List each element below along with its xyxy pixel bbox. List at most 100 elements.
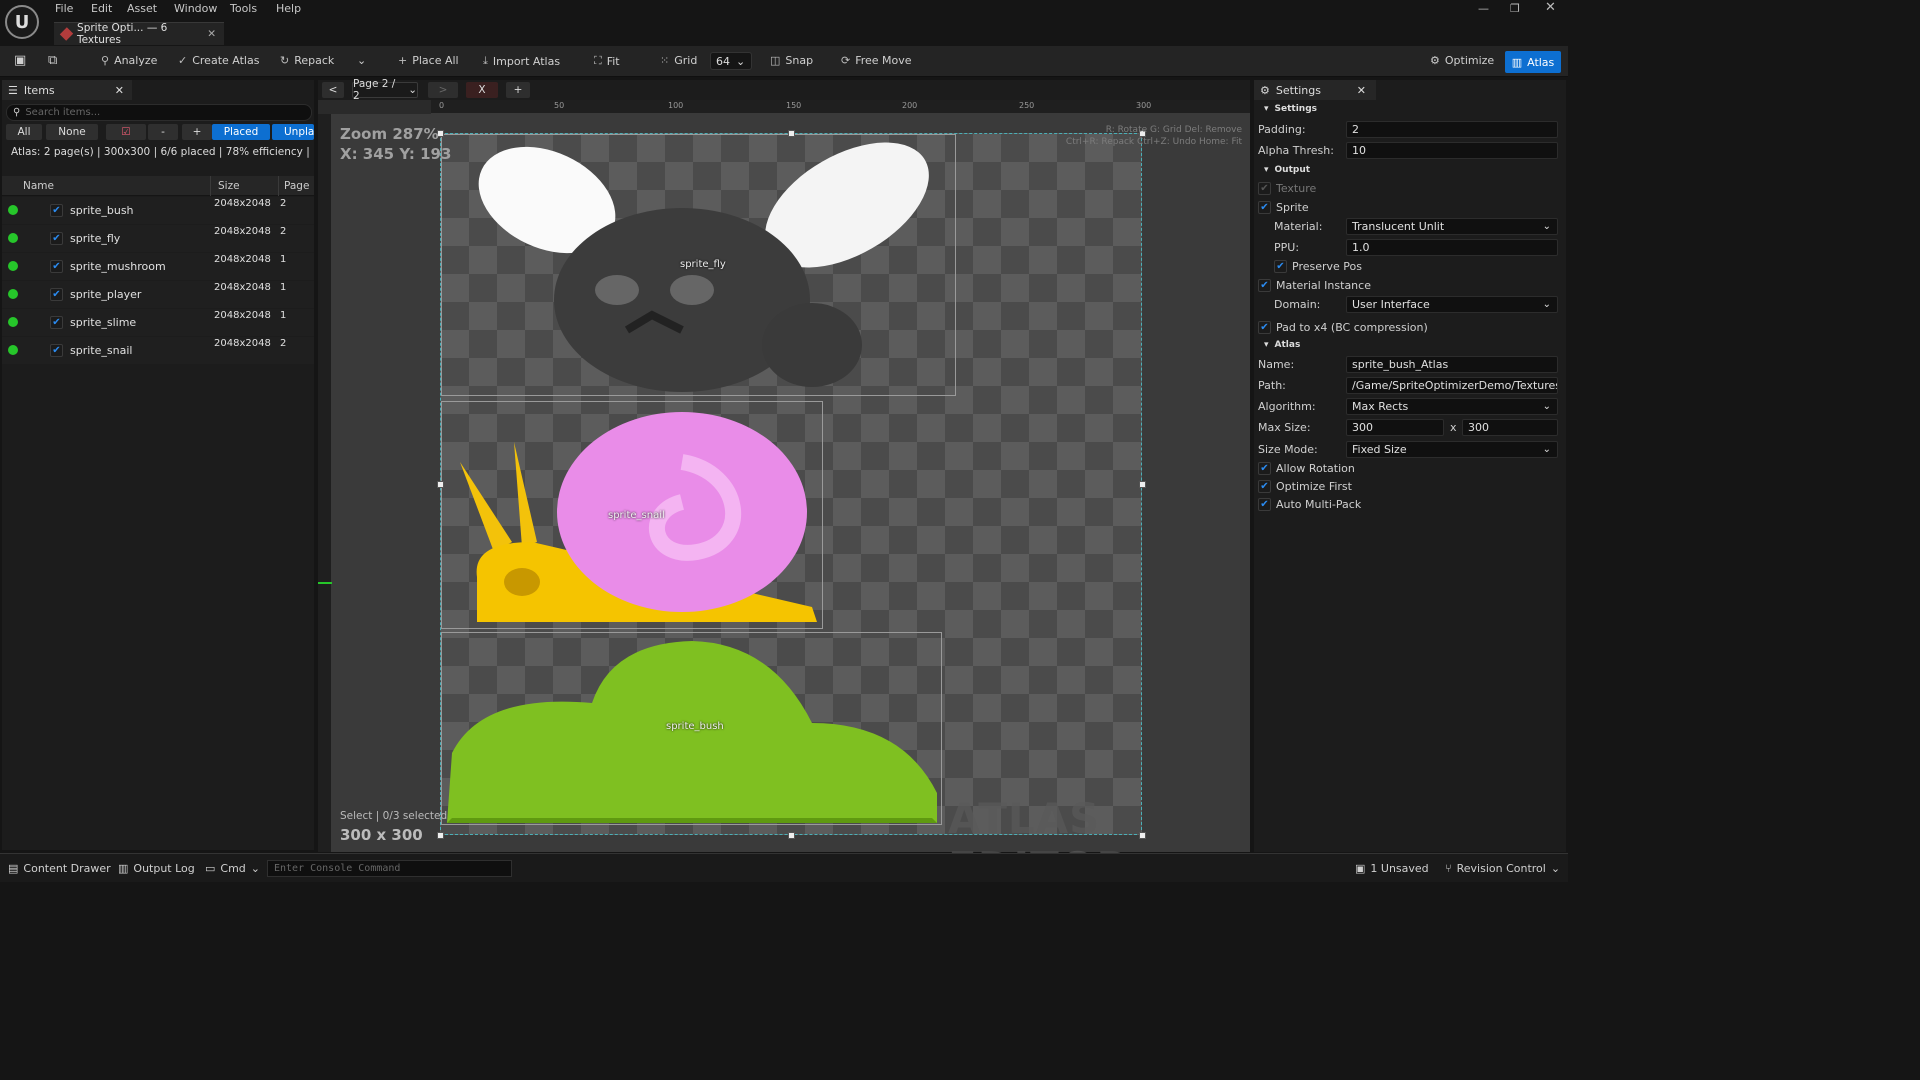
output-section-header[interactable]: ▾ Output	[1264, 165, 1310, 175]
fit-button[interactable]: ⛶ Fit	[594, 54, 620, 68]
material-select[interactable]: Translucent Unlit ⌄	[1346, 218, 1558, 235]
domain-select[interactable]: User Interface ⌄	[1346, 296, 1558, 313]
free-move-toggle[interactable]: ⟳ Free Move	[841, 54, 912, 67]
unsaved-button[interactable]: ▣ 1 Unsaved	[1355, 862, 1429, 875]
atlas-button[interactable]: ▥ Atlas	[1505, 51, 1561, 73]
list-item[interactable]: ✔ sprite_mushroom 2048x2048 1	[2, 253, 314, 280]
list-item[interactable]: ✔ sprite_bush 2048x2048 2	[2, 197, 314, 224]
close-icon[interactable]: ✕	[115, 84, 124, 97]
menu-file[interactable]: File	[55, 2, 73, 15]
menu-window[interactable]: Window	[174, 2, 217, 15]
filter-unplaced-button[interactable]: Unplac	[272, 124, 314, 140]
analyze-button[interactable]: ⚲ Analyze	[101, 54, 157, 67]
output-log-button[interactable]: ▥ Output Log	[118, 862, 195, 875]
size-mode-select[interactable]: Fixed Size ⌄	[1346, 441, 1558, 458]
atlas-section-header[interactable]: ▾ Atlas	[1264, 340, 1300, 350]
optimize-first-checkbox[interactable]: ✔	[1258, 480, 1271, 493]
create-atlas-button[interactable]: ✓ Create Atlas	[178, 54, 259, 67]
atlas-name-field[interactable]: sprite_bush_Atlas	[1346, 356, 1558, 373]
allow-rotation-option[interactable]: ✔ Allow Rotation	[1258, 462, 1355, 475]
alpha-thresh-field[interactable]: 10	[1346, 142, 1558, 159]
atlas-path-field[interactable]: /Game/SpriteOptimizerDemo/Textures/Atl	[1346, 377, 1558, 394]
close-tab-icon[interactable]: ✕	[207, 28, 216, 40]
list-item[interactable]: ✔ sprite_player 2048x2048 1	[2, 281, 314, 308]
max-height-field[interactable]: 300	[1462, 419, 1558, 436]
list-item[interactable]: ✔ sprite_slime 2048x2048 1	[2, 309, 314, 336]
console-command-input[interactable]: Enter Console Command	[267, 860, 512, 877]
unreal-logo-icon[interactable]: U	[5, 5, 39, 39]
filter-all-button[interactable]: All	[6, 124, 42, 140]
grid-size-select[interactable]: 64 ⌄	[710, 52, 752, 70]
cmd-select[interactable]: ▭ Cmd ⌄	[205, 862, 260, 875]
grid-toggle[interactable]: ⁙ Grid	[660, 54, 697, 67]
sprite-checkbox[interactable]: ✔	[1258, 201, 1271, 214]
column-page[interactable]: Page	[284, 180, 309, 192]
items-panel-tab[interactable]: ☰ Items ✕	[2, 80, 132, 100]
ppu-field[interactable]: 1.0	[1346, 239, 1558, 256]
include-checkbox[interactable]: ✔	[50, 232, 63, 245]
prev-page-button[interactable]: <	[322, 82, 344, 98]
save-icon[interactable]: ▣	[14, 53, 26, 68]
preserve-pos-checkbox[interactable]: ✔	[1274, 260, 1287, 273]
padding-field[interactable]: 2	[1346, 121, 1558, 138]
menu-asset[interactable]: Asset	[127, 2, 157, 15]
menu-tools[interactable]: Tools	[230, 2, 257, 15]
column-name[interactable]: Name	[23, 180, 54, 192]
expand-button[interactable]: +	[182, 124, 212, 140]
resize-handle[interactable]	[437, 832, 444, 839]
menu-edit[interactable]: Edit	[91, 2, 112, 15]
auto-multi-pack-option[interactable]: ✔ Auto Multi-Pack	[1258, 498, 1361, 511]
optimize-button[interactable]: ⚙ Optimize	[1430, 54, 1494, 67]
atlas-page-area[interactable]: sprite_fly sprite_snail sprite_bush	[437, 130, 1146, 839]
max-width-field[interactable]: 300	[1346, 419, 1444, 436]
browse-icon[interactable]: ⧉	[48, 53, 57, 68]
resize-handle[interactable]	[437, 481, 444, 488]
atlas-canvas[interactable]: sprite_fly sprite_snail sprite_bush	[332, 114, 1250, 852]
snap-toggle[interactable]: ◫ Snap	[770, 54, 813, 67]
place-all-button[interactable]: + Place All	[398, 54, 459, 67]
add-page-button[interactable]: +	[506, 82, 530, 98]
content-drawer-button[interactable]: ▤ Content Drawer	[8, 862, 111, 875]
sprite-snail-bounds[interactable]: sprite_snail	[441, 401, 823, 629]
include-checkbox[interactable]: ✔	[50, 260, 63, 273]
close-window-icon[interactable]: ✕	[1545, 0, 1556, 15]
include-checkbox[interactable]: ✔	[50, 344, 63, 357]
resize-handle[interactable]	[788, 130, 795, 137]
repack-options-chevron-down-icon[interactable]: ⌄	[357, 54, 366, 67]
restore-icon[interactable]: ❐	[1510, 2, 1520, 15]
include-checkbox[interactable]: ✔	[50, 204, 63, 217]
pad-x4-option[interactable]: ✔ Pad to x4 (BC compression)	[1258, 321, 1428, 334]
delete-page-button[interactable]: X	[466, 82, 498, 98]
collapse-button[interactable]: -	[148, 124, 178, 140]
toggle-check-icon[interactable]: ☑	[106, 124, 146, 140]
next-page-button[interactable]: >	[428, 82, 458, 98]
page-select[interactable]: Page 2 / 2 ⌄	[352, 78, 418, 102]
column-size[interactable]: Size	[218, 180, 240, 192]
list-item[interactable]: ✔ sprite_fly 2048x2048 2	[2, 225, 314, 252]
preserve-pos-option[interactable]: ✔ Preserve Pos	[1274, 260, 1362, 273]
pad-x4-checkbox[interactable]: ✔	[1258, 321, 1271, 334]
minimize-icon[interactable]: —	[1478, 2, 1489, 15]
import-atlas-button[interactable]: ⤓ Import Atlas	[483, 54, 560, 68]
sprite-option[interactable]: ✔ Sprite	[1258, 201, 1309, 214]
auto-multi-pack-checkbox[interactable]: ✔	[1258, 498, 1271, 511]
filter-placed-button[interactable]: Placed	[212, 124, 270, 140]
algorithm-select[interactable]: Max Rects ⌄	[1346, 398, 1558, 415]
optimize-first-option[interactable]: ✔ Optimize First	[1258, 480, 1352, 493]
material-instance-option[interactable]: ✔ Material Instance	[1258, 279, 1371, 292]
sprite-fly-bounds[interactable]: sprite_fly	[441, 134, 956, 396]
search-input[interactable]: ⚲ Search items...	[6, 104, 312, 121]
revision-control-button[interactable]: ⑂ Revision Control ⌄	[1445, 862, 1560, 875]
include-checkbox[interactable]: ✔	[50, 316, 63, 329]
repack-button[interactable]: ↻ Repack	[280, 54, 334, 67]
include-checkbox[interactable]: ✔	[50, 288, 63, 301]
resize-handle[interactable]	[788, 832, 795, 839]
settings-section-header[interactable]: ▾ Settings	[1264, 104, 1317, 114]
menu-help[interactable]: Help	[276, 2, 301, 15]
material-instance-checkbox[interactable]: ✔	[1258, 279, 1271, 292]
allow-rotation-checkbox[interactable]: ✔	[1258, 462, 1271, 475]
sprite-bush-bounds[interactable]: sprite_bush	[441, 632, 942, 825]
settings-panel-tab[interactable]: ⚙ Settings ✕	[1254, 80, 1376, 100]
list-item[interactable]: ✔ sprite_snail 2048x2048 2	[2, 337, 314, 364]
document-tab[interactable]: Sprite Opti... — 6 Textures ✕	[54, 22, 224, 46]
